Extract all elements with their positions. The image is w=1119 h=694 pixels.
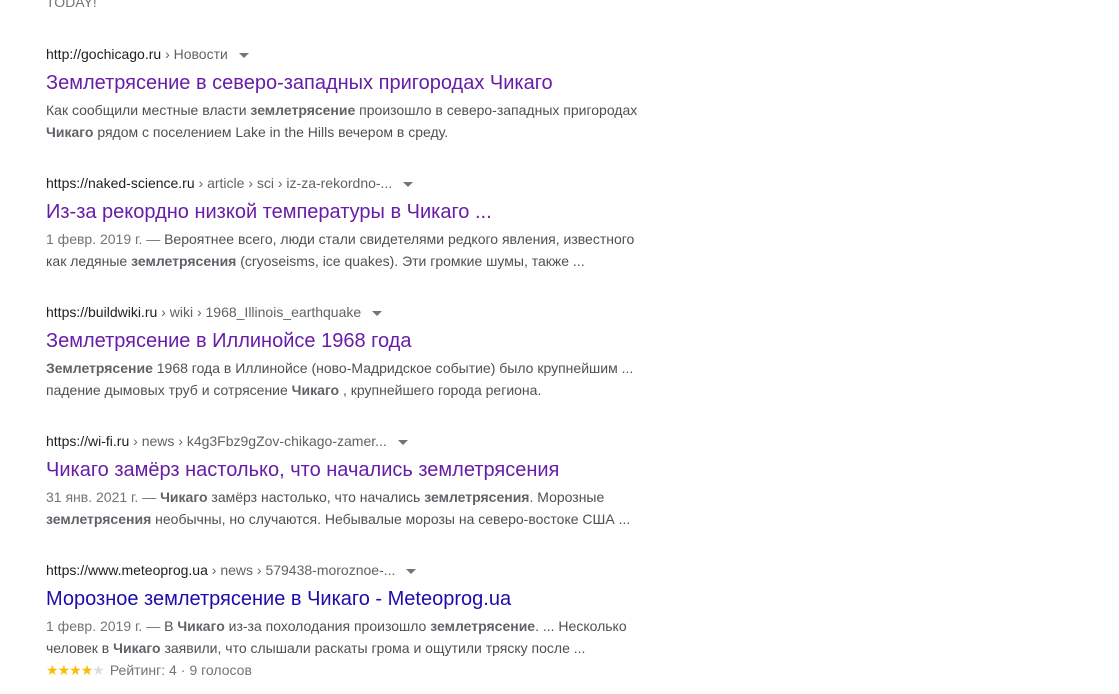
result-url-breadcrumb: https://naked-science.ru › article › sci… — [46, 173, 666, 193]
result-title-link[interactable]: Землетрясение в северо-западных пригород… — [46, 68, 666, 98]
snippet-text: В — [164, 618, 178, 634]
result-url-breadcrumb: https://buildwiki.ru › wiki › 1968_Illin… — [46, 302, 666, 322]
result-snippet: 1 февр. 2019 г. — Вероятнее всего, люди … — [46, 228, 656, 272]
result-url-breadcrumb: https://wi-fi.ru › news › k4g3Fbz9gZov-c… — [46, 431, 666, 451]
result-path: › Новости — [161, 46, 228, 62]
result-title-link[interactable]: Из-за рекордно низкой температуры в Чика… — [46, 197, 666, 227]
snippet-text: из-за похолодания произошло — [224, 618, 431, 634]
snippet-highlight: Чикаго — [113, 640, 161, 656]
result-title-link[interactable]: Землетрясение в Иллинойсе 1968 года — [46, 326, 666, 356]
snippet-text: рядом с поселением Lake in the Hills веч… — [93, 124, 449, 140]
result-snippet: 1 февр. 2019 г. — В Чикаго из-за похолод… — [46, 615, 656, 659]
star-icon: ★ — [80, 662, 94, 678]
snippet-text: . Морозные — [529, 489, 605, 505]
result-snippet: Как сообщили местные власти землетрясени… — [46, 99, 656, 143]
result-date: 31 янв. 2021 г. — — [46, 489, 161, 505]
result-path: › wiki › 1968_Illinois_earthquake — [157, 304, 362, 320]
search-result: https://buildwiki.ru › wiki › 1968_Illin… — [46, 302, 666, 431]
snippet-highlight: землетрясения — [424, 489, 530, 505]
result-path: › news › 579438-moroznoe-... — [207, 562, 396, 578]
result-domain: http://gochicago.ru — [46, 46, 162, 62]
result-date: 1 февр. 2019 г. — — [46, 231, 165, 247]
search-result: https://www.meteoprog.ua › news › 579438… — [46, 560, 666, 689]
snippet-highlight: Землетрясение — [46, 360, 153, 376]
previous-result-fragment: TODAY! — [46, 0, 97, 10]
result-options-dropdown-icon[interactable] — [406, 568, 417, 574]
snippet-highlight: Чикаго — [46, 124, 94, 140]
result-date: 1 февр. 2019 г. — — [46, 618, 165, 634]
rating-stars: ★ ★ ★ ★ ★ — [46, 659, 105, 681]
result-options-dropdown-icon[interactable] — [403, 181, 414, 187]
star-icon: ★ — [92, 662, 105, 678]
snippet-highlight: землетрясение — [430, 618, 536, 634]
star-icon: ★ — [46, 662, 59, 678]
snippet-text: произошло в северо-западных пригородах — [355, 102, 638, 118]
rating-votes: 9 голосов — [189, 662, 252, 678]
result-snippet: Землетрясение 1968 года в Иллинойсе (нов… — [46, 357, 656, 401]
snippet-text: (cryoseisms, ice quakes). Эти громкие шу… — [236, 253, 585, 269]
snippet-text: замёрз настолько, что начались — [207, 489, 425, 505]
search-result: https://wi-fi.ru › news › k4g3Fbz9gZov-c… — [46, 431, 666, 560]
result-domain: https://wi-fi.ru — [46, 433, 130, 449]
search-result: http://gochicago.ru › Новости Землетрясен… — [46, 44, 666, 173]
result-domain: https://www.meteoprog.ua — [46, 562, 208, 578]
result-options-dropdown-icon[interactable] — [397, 439, 408, 445]
result-domain: https://naked-science.ru — [46, 175, 195, 191]
star-icon: ★ — [57, 662, 71, 678]
snippet-text: , крупнейшего города региона. — [339, 382, 542, 398]
snippet-text: необычны, но случаются. Небывалые морозы… — [151, 511, 631, 527]
result-title-link[interactable]: Морозное землетрясение в Чикаго - Meteop… — [46, 584, 666, 614]
search-results: http://gochicago.ru › Новости Землетрясен… — [46, 44, 666, 689]
snippet-highlight: землетрясение — [250, 102, 356, 118]
result-path: › news › k4g3Fbz9gZov-chikago-zamer... — [129, 433, 387, 449]
snippet-highlight: Чикаго — [291, 382, 340, 398]
snippet-highlight: землетрясения — [131, 253, 237, 269]
snippet-highlight: Чикаго — [160, 489, 208, 505]
result-snippet: 31 янв. 2021 г. — Чикаго замёрз настольк… — [46, 486, 656, 530]
star-icon: ★ — [69, 662, 82, 678]
rating-separator: · — [180, 662, 186, 678]
snippet-highlight: Чикаго — [177, 618, 225, 634]
rating-label: Рейтинг: 4 — [109, 662, 177, 678]
result-url-breadcrumb: http://gochicago.ru › Новости — [46, 44, 666, 64]
snippet-highlight: землетрясения — [46, 511, 152, 527]
result-options-dropdown-icon[interactable] — [372, 310, 383, 316]
snippet-text: Как сообщили местные власти — [46, 102, 251, 118]
result-domain: https://buildwiki.ru — [46, 304, 158, 320]
result-path: › article › sci › iz-za-rekordno-... — [194, 175, 393, 191]
result-rating: ★ ★ ★ ★ ★ Рейтинг: 4 · 9 голосов — [46, 659, 666, 681]
result-options-dropdown-icon[interactable] — [238, 52, 249, 58]
search-result: https://naked-science.ru › article › sci… — [46, 173, 666, 302]
result-title-link[interactable]: Чикаго замёрз настолько, что начались зе… — [46, 455, 666, 485]
result-url-breadcrumb: https://www.meteoprog.ua › news › 579438… — [46, 560, 666, 580]
snippet-text: заявили, что слышали раскаты грома и ощу… — [160, 640, 586, 656]
